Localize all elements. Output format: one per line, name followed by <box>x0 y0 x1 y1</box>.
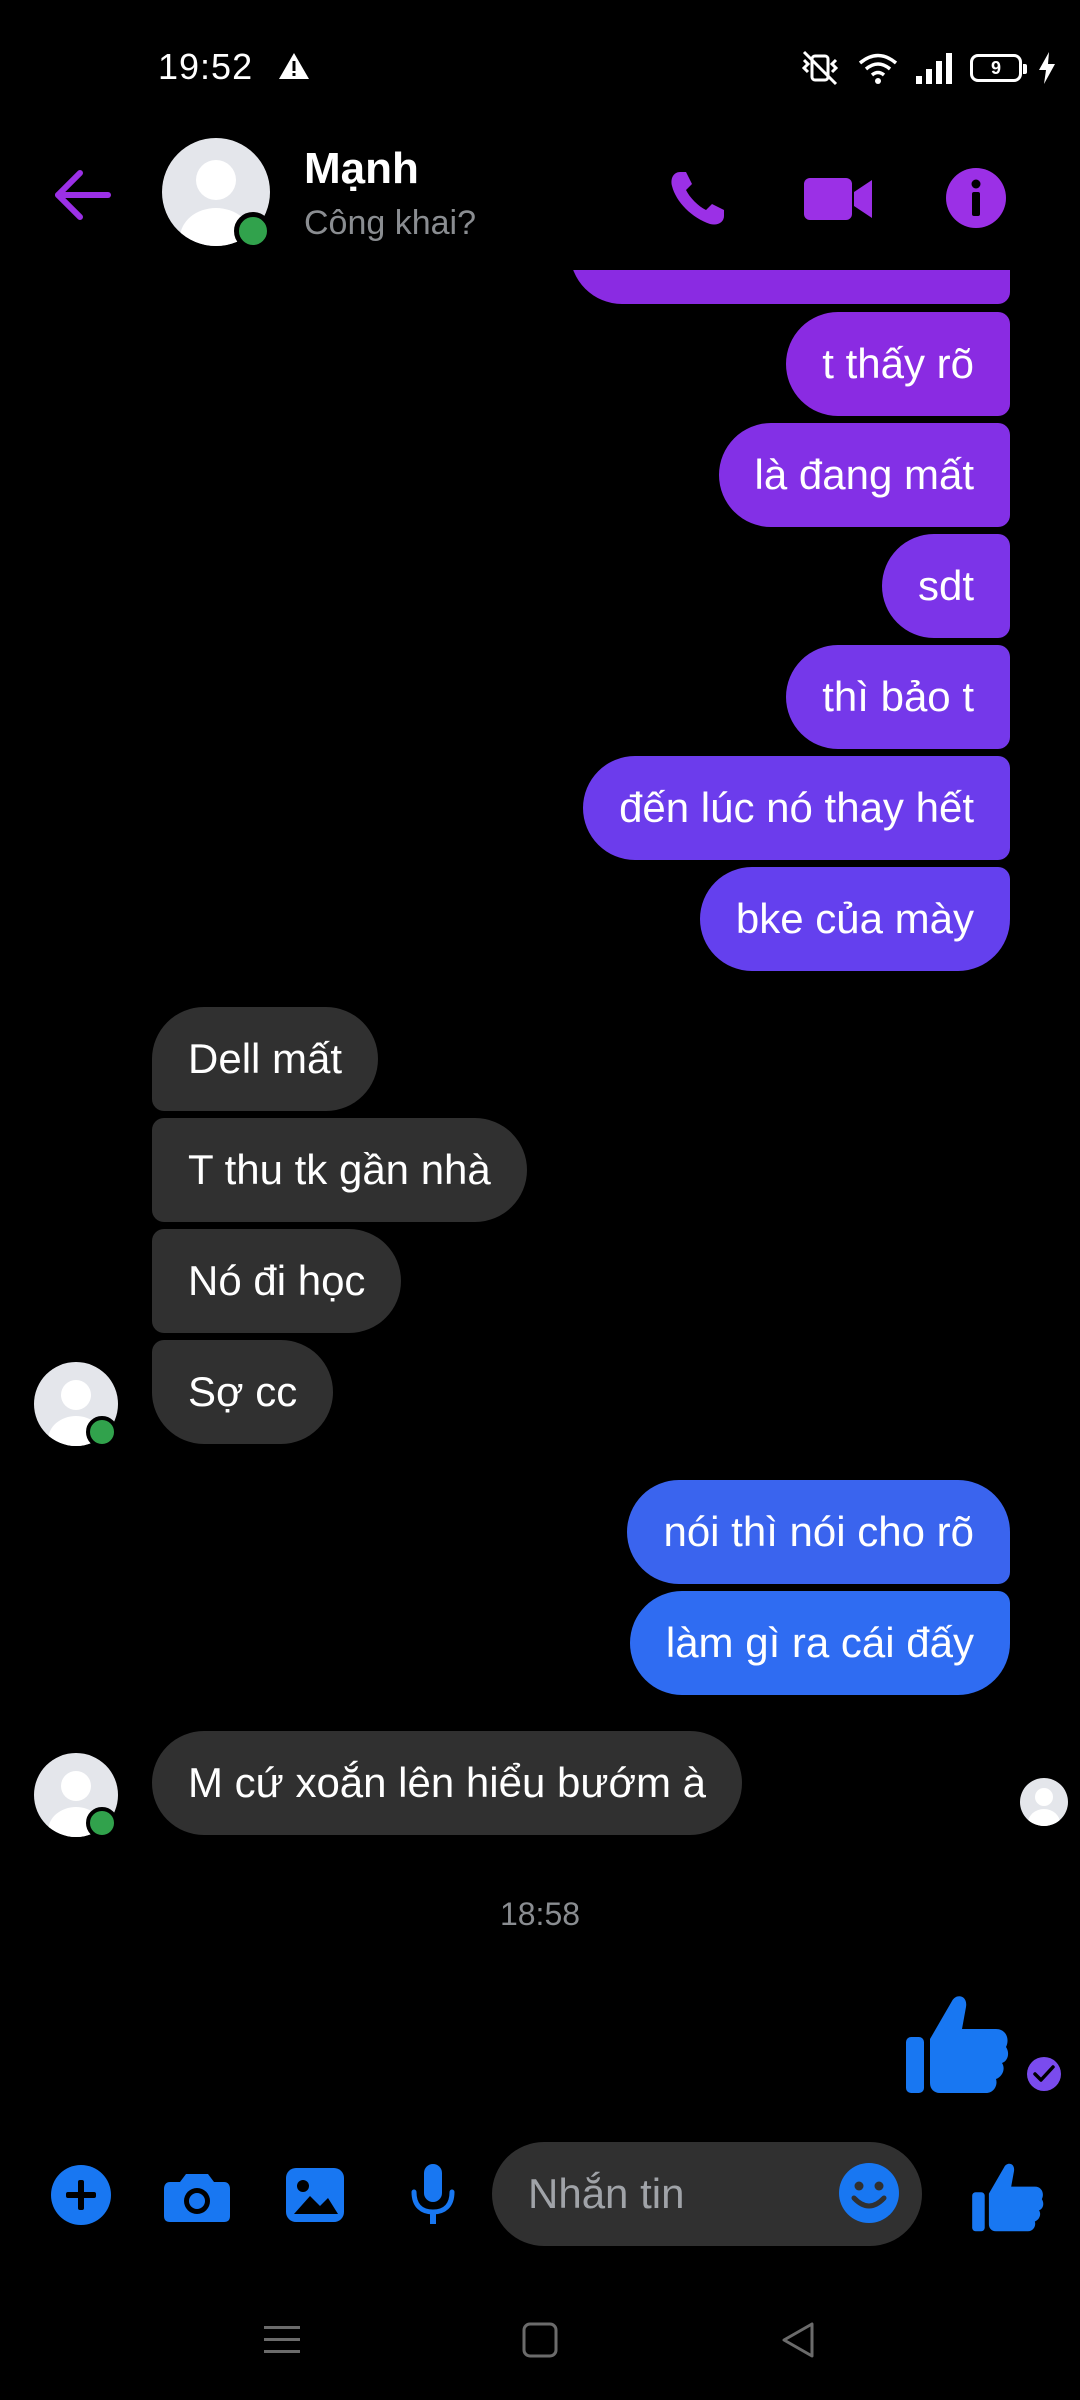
message-bubble-outgoing[interactable]: đến lúc nó thay hết <box>583 756 1010 860</box>
info-icon[interactable] <box>938 160 1014 236</box>
like-button-icon[interactable] <box>968 2156 1046 2234</box>
thumbs-up-sticker-icon[interactable] <box>900 1985 1012 2097</box>
message-thread: t thấy rõ là đang mất sdt thì bảo t đến … <box>0 270 1080 2110</box>
message-input-placeholder: Nhắn tin <box>528 2170 685 2217</box>
vibrate-mute-icon <box>801 50 839 86</box>
back-arrow-icon[interactable] <box>48 160 118 230</box>
contact-name[interactable]: Mạnh <box>304 144 419 194</box>
status-time: 19:52 <box>158 46 254 87</box>
message-bubble-outgoing[interactable]: thì bảo t <box>786 645 1010 749</box>
battery-icon: 9 <box>970 54 1027 82</box>
status-icons: 9 <box>798 50 1056 86</box>
microphone-icon[interactable] <box>398 2160 468 2230</box>
message-bubble-incoming[interactable]: Sợ cc <box>152 1340 334 1444</box>
phone-icon[interactable] <box>660 160 736 236</box>
default-avatar-icon <box>1028 1788 1060 1826</box>
message-bubble-outgoing[interactable]: là đang mất <box>718 423 1010 527</box>
message-bubble-outgoing[interactable]: t thấy rõ <box>786 312 1010 416</box>
home-icon[interactable] <box>518 2318 562 2362</box>
message-bubble-outgoing[interactable]: nói thì nói cho rõ <box>627 1480 1010 1584</box>
system-navigation-bar <box>0 2280 1080 2400</box>
charging-icon <box>1039 52 1055 84</box>
message-timestamp: 18:58 <box>499 1896 581 1932</box>
message-composer: Nhắn tin <box>0 2130 1080 2260</box>
message-bubble-outgoing[interactable]: làm gì ra cái đấy <box>629 1591 1010 1695</box>
video-call-icon[interactable] <box>800 160 876 236</box>
message-bubble-incoming[interactable]: M cứ xoắn lên hiểu bướm à <box>152 1731 743 1835</box>
online-indicator <box>86 1807 118 1839</box>
message-bubble-incoming[interactable]: T thu tk gần nhà <box>152 1118 527 1222</box>
contact-status: Công khai? <box>304 204 477 242</box>
message-bubble-incoming[interactable]: Dell mất <box>152 1007 379 1111</box>
online-indicator <box>234 212 272 250</box>
seen-receipt-avatar <box>1020 1778 1068 1826</box>
message-input[interactable]: Nhắn tin <box>492 2142 922 2246</box>
online-indicator <box>86 1416 118 1448</box>
message-bubble-incoming[interactable]: Nó đi học <box>152 1229 402 1333</box>
message-bubble-partial[interactable] <box>570 270 1010 304</box>
menu-icon[interactable] <box>260 2318 304 2362</box>
plus-icon[interactable] <box>46 2160 116 2230</box>
status-bar: 19:52 9 <box>0 0 1080 120</box>
message-bubble-outgoing[interactable]: sdt <box>881 534 1010 638</box>
camera-icon[interactable] <box>162 2160 232 2230</box>
emoji-icon[interactable] <box>836 2160 902 2226</box>
gallery-icon[interactable] <box>280 2160 350 2230</box>
wifi-icon <box>858 53 898 84</box>
signal-icon <box>916 53 952 84</box>
message-bubble-outgoing[interactable]: bke của mày <box>699 867 1010 971</box>
seen-check-icon <box>1027 2057 1061 2091</box>
back-icon[interactable] <box>776 2318 820 2362</box>
chat-header: Mạnh Công khai? <box>0 120 1080 270</box>
warning-icon <box>279 53 309 79</box>
